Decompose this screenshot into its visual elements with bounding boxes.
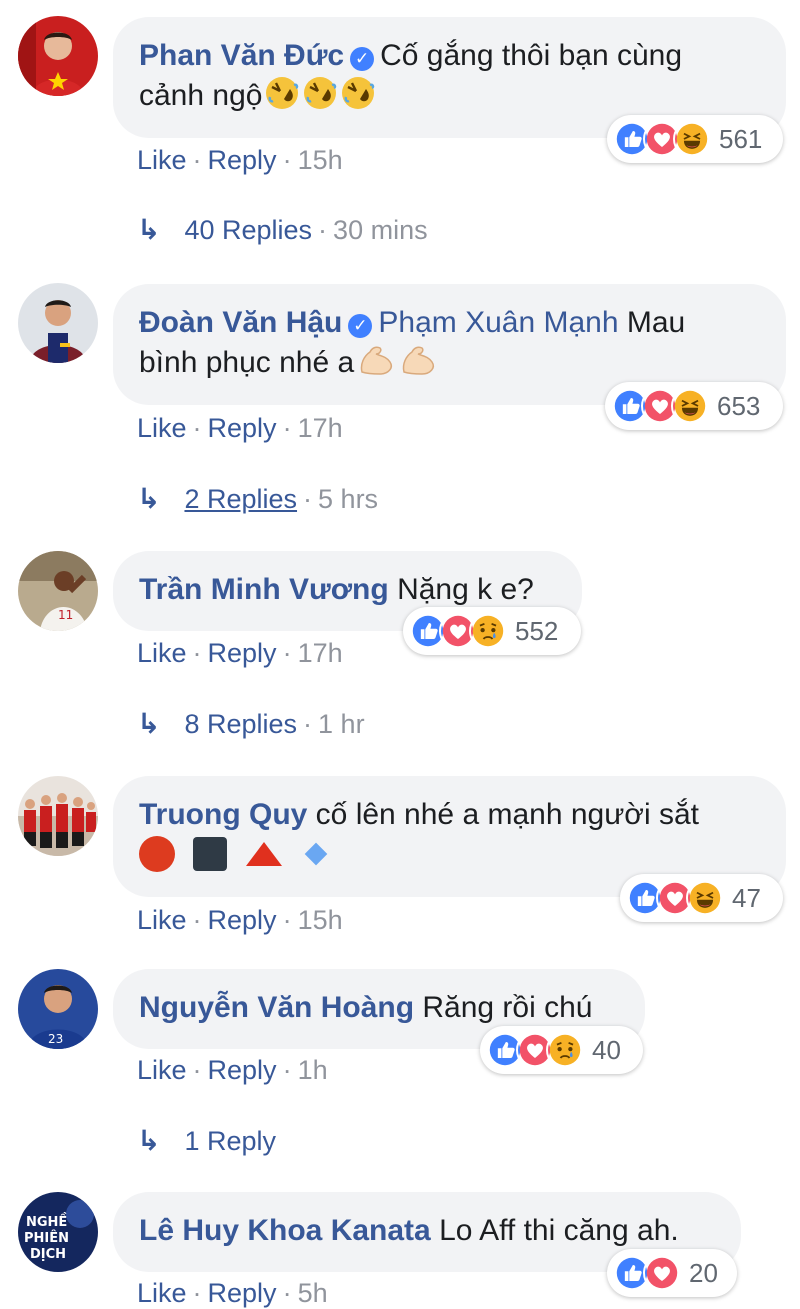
haha-reaction-icon: [673, 120, 711, 158]
reaction-summary[interactable]: 653: [605, 382, 783, 430]
muscle-emoji-icon: [398, 342, 438, 388]
reaction-count: 20: [689, 1257, 718, 1288]
comment-text: Răng rồi chú: [422, 991, 593, 1024]
emoji-shapes: [139, 836, 334, 873]
like-link[interactable]: Like: [137, 145, 187, 175]
comment-text: Mau: [626, 306, 686, 339]
reply-link[interactable]: Reply: [208, 638, 277, 668]
replies-time: 1 hr: [318, 709, 365, 739]
comment-text-line2: bình phục nhé a: [139, 346, 355, 379]
avatar[interactable]: [18, 776, 98, 856]
red-circle-icon: [139, 836, 175, 873]
svg-text:11: 11: [58, 608, 73, 622]
like-link[interactable]: Like: [137, 638, 187, 668]
comment-text: cố lên nhé a mạnh người sắt: [315, 798, 699, 831]
reply-link[interactable]: Reply: [208, 1055, 277, 1085]
black-square-icon: [193, 837, 228, 872]
comment-actions: Like · Reply · 17h: [137, 413, 343, 443]
replies-label[interactable]: 1 Reply: [184, 1126, 276, 1156]
reply-arrow-icon: ↳: [137, 708, 161, 739]
mention-link[interactable]: Phạm Xuân Mạnh: [378, 306, 618, 339]
svg-text:23: 23: [48, 1032, 63, 1046]
author-name[interactable]: Truong Quy: [139, 798, 307, 831]
reaction-count: 552: [515, 615, 559, 646]
reaction-count: 47: [732, 882, 761, 913]
reaction-count: 653: [717, 390, 761, 421]
reply-arrow-icon: ↳: [137, 214, 161, 245]
comment-actions: Like · Reply · 15h: [137, 145, 343, 175]
verified-icon: ✓: [348, 314, 373, 338]
reply-link[interactable]: Reply: [208, 905, 277, 935]
muscle-emoji-icon: [356, 342, 396, 388]
reaction-count: 561: [719, 123, 763, 154]
replies-label[interactable]: 2 Replies: [184, 484, 297, 514]
like-link[interactable]: Like: [137, 413, 187, 443]
author-name[interactable]: Nguyễn Văn Hoàng: [139, 991, 414, 1024]
avatar[interactable]: [18, 16, 98, 96]
avatar-text-3: DỊCH: [30, 1247, 66, 1262]
blue-diamond-icon: [304, 842, 328, 866]
view-replies[interactable]: ↳ 8 Replies · 1 hr: [137, 707, 365, 740]
replies-time: 5 hrs: [318, 484, 379, 514]
comment-time[interactable]: 17h: [298, 413, 343, 443]
comment-actions: Like · Reply · 5h: [137, 1278, 328, 1308]
haha-reaction-icon: [686, 879, 724, 917]
like-link[interactable]: Like: [137, 1278, 187, 1308]
rofl-emoji-icon: [302, 75, 338, 121]
avatar[interactable]: 11: [18, 551, 98, 631]
comment-text: Nặng k e?: [397, 573, 534, 606]
avatar-text-2: PHIÊN: [24, 1230, 69, 1246]
comment-time[interactable]: 5h: [298, 1278, 328, 1308]
comment-text-line2: cảnh ngộ: [139, 79, 263, 112]
sad-reaction-icon: [546, 1031, 584, 1069]
reply-arrow-icon: ↳: [137, 1125, 161, 1156]
haha-reaction-icon: [671, 387, 709, 425]
reaction-summary[interactable]: 47: [620, 874, 783, 922]
author-name[interactable]: Trần Minh Vương: [139, 573, 389, 606]
author-name[interactable]: Phan Văn Đức: [139, 39, 344, 72]
reaction-summary[interactable]: 40: [480, 1026, 643, 1074]
comment-time[interactable]: 15h: [298, 145, 343, 175]
comment-time[interactable]: 17h: [298, 638, 343, 668]
reply-link[interactable]: Reply: [208, 1278, 277, 1308]
comment-actions: Like · Reply · 1h: [137, 1055, 328, 1085]
reaction-count: 40: [592, 1034, 621, 1065]
sad-reaction-icon: [469, 612, 507, 650]
comment-time[interactable]: 15h: [298, 905, 343, 935]
rofl-emoji-icon: [264, 75, 300, 121]
avatar[interactable]: NGHỀ PHIÊN DỊCH: [18, 1192, 98, 1272]
replies-label[interactable]: 40 Replies: [184, 215, 312, 245]
comment-text: Lo Aff thi căng ah.: [439, 1214, 679, 1247]
view-replies[interactable]: ↳ 2 Replies · 5 hrs: [137, 482, 378, 515]
verified-icon: ✓: [350, 47, 375, 71]
reaction-summary[interactable]: 20: [607, 1249, 737, 1297]
author-name[interactable]: Đoàn Văn Hậu: [139, 306, 342, 339]
author-name[interactable]: Lê Huy Khoa Kanata: [139, 1214, 431, 1247]
replies-label[interactable]: 8 Replies: [184, 709, 297, 739]
comment-text: Cố gắng thôi bạn cùng: [380, 39, 683, 72]
rofl-emoji-icon: [340, 75, 376, 121]
avatar[interactable]: 23: [18, 969, 98, 1049]
comment-actions: Like · Reply · 15h: [137, 905, 343, 935]
comment-actions: Like · Reply · 17h: [137, 638, 343, 668]
avatar[interactable]: [18, 283, 98, 363]
like-link[interactable]: Like: [137, 905, 187, 935]
view-replies[interactable]: ↳ 1 Reply: [137, 1124, 276, 1157]
reaction-summary[interactable]: 561: [607, 115, 783, 163]
reaction-summary[interactable]: 552: [403, 607, 581, 655]
view-replies[interactable]: ↳ 40 Replies · 30 mins: [137, 213, 428, 246]
reply-link[interactable]: Reply: [208, 413, 277, 443]
reply-arrow-icon: ↳: [137, 483, 161, 514]
replies-time: 30 mins: [333, 215, 428, 245]
reply-link[interactable]: Reply: [208, 145, 277, 175]
avatar-text-1: NGHỀ: [26, 1212, 67, 1230]
comment-time[interactable]: 1h: [298, 1055, 328, 1085]
love-reaction-icon: [643, 1254, 681, 1292]
red-triangle-icon: [245, 842, 282, 867]
like-link[interactable]: Like: [137, 1055, 187, 1085]
